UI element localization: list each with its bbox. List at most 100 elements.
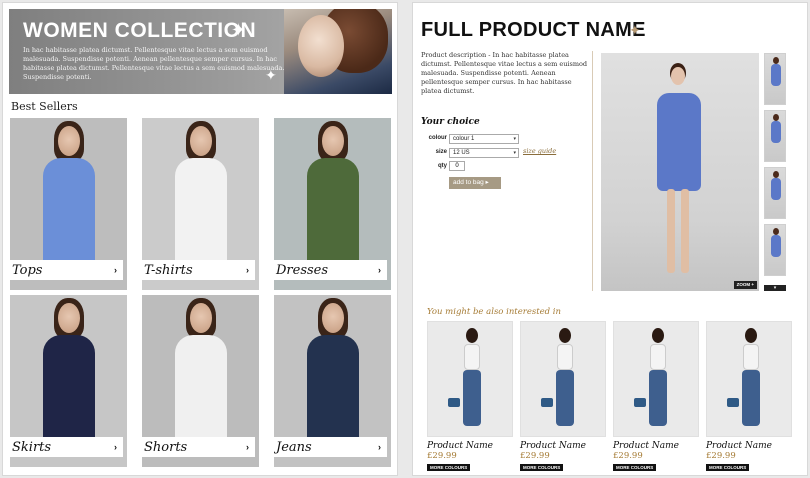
qty-label: qty <box>438 163 447 169</box>
related-product-image[interactable] <box>427 321 513 437</box>
related-product[interactable]: Product Name £29.99 MORE COLOURS <box>427 321 513 471</box>
model-outfit <box>306 158 359 268</box>
related-product[interactable]: Product Name £29.99 MORE COLOURS <box>613 321 699 471</box>
more-colours-button[interactable]: MORE COLOURS <box>520 464 564 471</box>
model-outfit <box>174 158 227 268</box>
related-product-name[interactable]: Product Name <box>520 441 586 451</box>
model-head <box>57 303 80 333</box>
sparkle-icon: ✦ <box>231 20 247 40</box>
category-label[interactable]: Jeans › <box>274 437 387 457</box>
related-product[interactable]: Product Name £29.99 MORE COLOURS <box>706 321 792 471</box>
more-colours-button[interactable]: MORE COLOURS <box>706 464 750 471</box>
model-top <box>743 344 759 370</box>
model-leg <box>667 189 675 273</box>
model-outfit <box>306 335 359 445</box>
product-thumbnail[interactable] <box>764 110 786 162</box>
thumb-model-head <box>773 171 779 178</box>
category-label[interactable]: Skirts › <box>10 437 123 457</box>
category-tile-dresses[interactable]: Dresses › <box>274 118 391 290</box>
handbag-icon <box>727 398 739 407</box>
chevron-down-icon: ▾ <box>513 136 516 142</box>
zoom-button[interactable]: ZOOM + <box>733 281 757 289</box>
category-label[interactable]: Tops › <box>10 260 123 280</box>
product-thumbnail[interactable] <box>764 167 786 219</box>
related-product-image[interactable] <box>613 321 699 437</box>
related-product-name[interactable]: Product Name <box>427 441 493 451</box>
chevron-right-icon: › <box>378 265 381 275</box>
main-product-image[interactable]: ZOOM + <box>601 53 759 291</box>
product-thumbnail[interactable] <box>764 224 786 276</box>
model-top <box>557 344 573 370</box>
banner-model-photo <box>284 9 392 94</box>
category-name: Jeans <box>276 439 312 455</box>
your-choice-heading: Your choice <box>421 117 480 127</box>
category-tile-jeans[interactable]: Jeans › <box>274 295 391 467</box>
model-jeans <box>649 370 667 426</box>
product-thumbnail[interactable] <box>764 53 786 105</box>
model-outfit <box>42 335 95 445</box>
product-description: Product description - In hac habitasse p… <box>421 51 588 95</box>
thumbnail-scroll-down-icon[interactable]: ▾ <box>764 285 786 291</box>
related-product-price: £29.99 <box>706 451 736 461</box>
chevron-right-icon: › <box>114 442 117 452</box>
category-name: Tops <box>12 262 43 278</box>
chevron-right-icon: › <box>246 442 249 452</box>
category-tile-shorts[interactable]: Shorts › <box>142 295 259 467</box>
related-product-image[interactable] <box>520 321 606 437</box>
related-product[interactable]: Product Name £29.99 MORE COLOURS <box>520 321 606 471</box>
category-tile-tshirts[interactable]: T-shirts › <box>142 118 259 290</box>
thumb-model <box>771 235 781 257</box>
sparkle-icon: ✦ <box>629 22 641 38</box>
sparkle-icon: ✦ <box>265 67 277 83</box>
model-jeans <box>556 370 574 426</box>
model-head <box>466 328 478 343</box>
related-product-image[interactable] <box>706 321 792 437</box>
model-jeans <box>463 370 481 426</box>
handbag-icon <box>634 398 646 407</box>
category-tile-tops[interactable]: Tops › <box>10 118 127 290</box>
size-select[interactable]: 12 US ▾ <box>449 148 519 158</box>
model-top <box>464 344 480 370</box>
model-face <box>298 15 344 77</box>
best-sellers-heading: Best Sellers <box>11 100 78 113</box>
quantity-input[interactable]: 0 <box>449 161 465 171</box>
related-product-price: £29.99 <box>427 451 457 461</box>
category-label[interactable]: Shorts › <box>142 437 255 457</box>
thumb-model-head <box>773 57 779 64</box>
model-dress <box>657 93 701 191</box>
model-head <box>57 126 80 156</box>
size-label: size <box>435 149 447 155</box>
add-to-bag-button[interactable]: add to bag ▸ <box>449 177 501 189</box>
category-name: Skirts <box>12 439 52 455</box>
model-head <box>321 126 344 156</box>
size-value: 12 US <box>453 150 470 156</box>
model-top <box>650 344 666 370</box>
category-name: Dresses <box>276 262 329 278</box>
colour-label: colour <box>428 135 447 141</box>
collection-banner[interactable]: WOMEN COLLECTION ✦ In hac habitasse plat… <box>9 9 392 94</box>
model-outfit <box>42 158 95 268</box>
chevron-right-icon: › <box>114 265 117 275</box>
model-head <box>671 67 685 85</box>
size-guide-link[interactable]: size guide <box>523 147 556 155</box>
colour-select[interactable]: colour 1 ▾ <box>449 134 519 144</box>
product-title: FULL PRODUCT NAME <box>421 19 646 41</box>
thumb-model-head <box>773 228 779 235</box>
related-product-name[interactable]: Product Name <box>613 441 679 451</box>
category-label[interactable]: Dresses › <box>274 260 387 280</box>
category-label[interactable]: T-shirts › <box>142 260 255 280</box>
related-product-name[interactable]: Product Name <box>706 441 772 451</box>
model-jeans <box>742 370 760 426</box>
handbag-icon <box>448 398 460 407</box>
product-detail-panel: FULL PRODUCT NAME ✦ Product description … <box>412 2 808 476</box>
model-head <box>189 303 212 333</box>
more-colours-button[interactable]: MORE COLOURS <box>613 464 657 471</box>
thumb-model <box>771 64 781 86</box>
model-leg <box>681 189 689 273</box>
banner-text: In hac habitasse platea dictumst. Pellen… <box>23 46 285 81</box>
model-head <box>189 126 212 156</box>
model-head <box>745 328 757 343</box>
more-colours-button[interactable]: MORE COLOURS <box>427 464 471 471</box>
handbag-icon <box>541 398 553 407</box>
category-tile-skirts[interactable]: Skirts › <box>10 295 127 467</box>
